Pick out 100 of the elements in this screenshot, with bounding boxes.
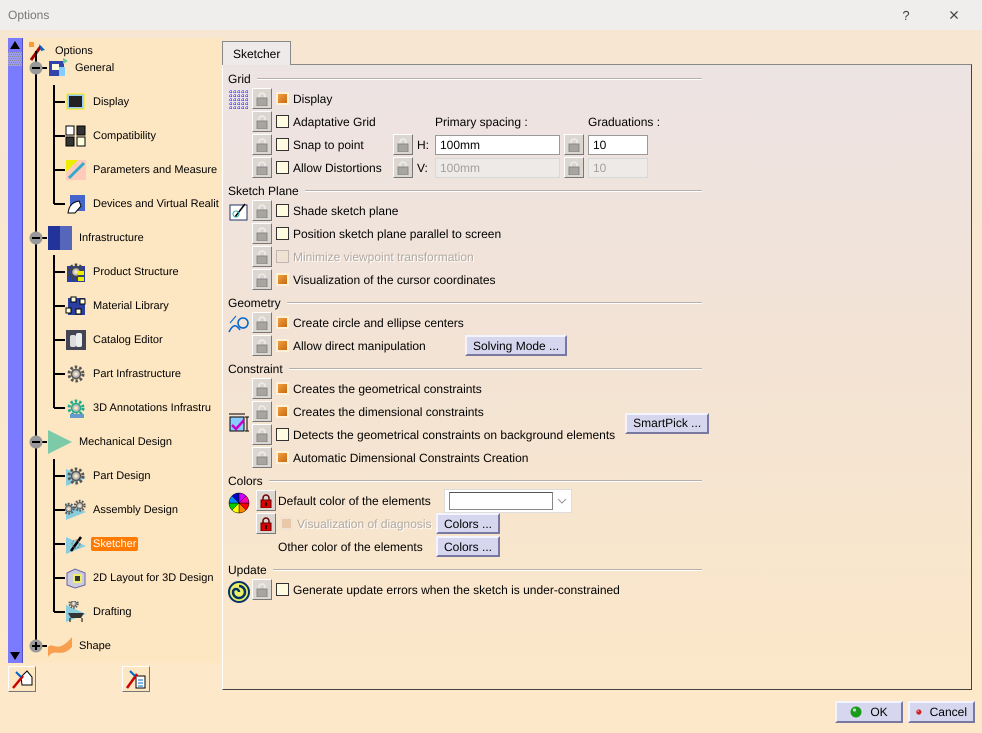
smartpick-button[interactable]: SmartPick ... [625, 412, 710, 434]
padlock-icon [260, 494, 272, 508]
section-title: Constraint [228, 362, 283, 376]
tree-item[interactable]: Infrastructure [77, 231, 146, 245]
tab[interactable]: Sketcher [222, 41, 292, 65]
graduations-field[interactable]: 10 [588, 134, 648, 154]
curve-icon [228, 314, 250, 334]
option-label: Snap to point [293, 138, 365, 152]
padlock-icon [256, 316, 268, 330]
update-icon [228, 581, 250, 603]
option-label: Generate update errors when the sketch is under-constrained [293, 582, 620, 596]
option-label: Automatic Dimensional Constraints Creation [293, 450, 528, 464]
checkbox[interactable] [276, 428, 289, 441]
tree-item[interactable]: 3D Annotations Infrastru [91, 401, 214, 415]
cylinder-icon [65, 329, 87, 351]
tree-item[interactable]: Assembly Design [91, 503, 180, 517]
tree-item[interactable]: Compatibility [91, 129, 158, 143]
spacing-field[interactable]: 100mm [435, 134, 560, 154]
checkbox[interactable] [276, 583, 289, 596]
ruler-icon [65, 159, 87, 181]
lock-button[interactable] [256, 490, 276, 511]
tree-item[interactable]: General [73, 61, 116, 75]
option-label: Minimize viewpoint transformation [293, 250, 474, 264]
checkbox[interactable] [276, 204, 289, 217]
expand-icon[interactable] [29, 639, 43, 653]
column-header: Graduations : [588, 114, 660, 128]
padlock-icon [256, 92, 268, 106]
document-icon [125, 668, 147, 690]
color-wheel-icon [228, 492, 250, 514]
scroll-down-icon[interactable] [8, 649, 22, 663]
padlock-icon [256, 204, 268, 218]
tree-item[interactable]: Catalog Editor [91, 333, 165, 347]
collapse-icon[interactable] [29, 231, 43, 245]
solving-mode-button[interactable]: Solving Mode ... [465, 335, 568, 356]
home-button[interactable] [8, 666, 36, 692]
option-label: Allow direct manipulation [293, 338, 427, 352]
scrollbar[interactable] [8, 38, 23, 663]
chevron-icon [557, 496, 567, 504]
axis-label: H: [417, 138, 430, 152]
checkbox[interactable] [276, 115, 289, 128]
grid-icon [229, 90, 249, 110]
padlock-icon [256, 338, 268, 352]
tree-item[interactable]: Product Structure [91, 265, 181, 279]
help-button[interactable]: ? [886, 1, 926, 29]
colors-button[interactable]: Colors ... [436, 536, 500, 557]
column-header: Primary spacing : [435, 114, 529, 128]
section-title: Update [228, 563, 267, 577]
section-title: Grid [228, 72, 251, 86]
gears-icon [65, 499, 87, 521]
option-label: Default color of the elements [277, 494, 432, 508]
tree-item[interactable]: Display [91, 95, 132, 109]
tree-item[interactable]: Part Design [91, 469, 152, 483]
color-dropdown[interactable] [444, 488, 572, 512]
gear-icon [65, 363, 87, 385]
tree-item[interactable]: Part Infrastructure [91, 367, 184, 381]
scroll-up-icon[interactable] [8, 38, 22, 52]
constraint-icon [228, 412, 250, 434]
sketch-plane-icon [229, 202, 249, 222]
window-title: Options [8, 8, 50, 22]
padlock-icon [256, 138, 268, 152]
checkbox[interactable] [276, 161, 289, 174]
collapse-icon[interactable] [29, 435, 43, 449]
axis-label: V: [417, 160, 429, 174]
padlock-icon [256, 272, 268, 286]
ok-button[interactable]: OK [835, 700, 903, 722]
padlock-icon [260, 516, 272, 530]
module-icon [47, 57, 69, 79]
table-icon [65, 601, 87, 623]
close-button[interactable]: × [934, 1, 974, 29]
gear-icon [65, 465, 87, 487]
padlock-icon [256, 382, 268, 396]
collapse-icon[interactable] [29, 61, 43, 75]
tree-item[interactable]: Parameters and Measure [91, 163, 220, 177]
documents-icon [65, 125, 87, 147]
house-icon [11, 668, 33, 690]
checkbox[interactable] [276, 227, 289, 240]
option-label: Detects the geometrical constraints on background elements [293, 428, 616, 442]
checkbox[interactable] [276, 138, 289, 151]
padlock-icon [568, 138, 580, 152]
option-label: Visualization of diagnosis [297, 516, 432, 530]
option-label: Other color of the elements [277, 540, 424, 554]
padlock-icon [256, 114, 268, 128]
padlock-icon [397, 160, 409, 174]
triangle-icon [47, 429, 73, 455]
tree-item[interactable]: Shape [77, 639, 113, 653]
tree-item[interactable]: Options [53, 44, 95, 58]
option-label: Visualization of the cursor coordinates [293, 272, 496, 286]
cancel-button[interactable]: Cancel [908, 700, 975, 722]
tree-item[interactable]: Mechanical Design [77, 435, 174, 449]
scroll-thumb[interactable] [8, 52, 22, 66]
module-icon [65, 295, 87, 317]
document-button[interactable] [122, 666, 150, 692]
tree-item[interactable]: 2D Layout for 3D Design [91, 571, 216, 585]
tree-item[interactable]: Devices and Virtual Realit [91, 197, 221, 211]
tree-item[interactable]: Material Library [91, 299, 171, 313]
module-icon [47, 225, 73, 251]
padlock-icon [256, 160, 268, 174]
tree-item[interactable]: Drafting [91, 605, 134, 619]
padlock-icon [256, 250, 268, 264]
gear-icon [65, 397, 87, 419]
